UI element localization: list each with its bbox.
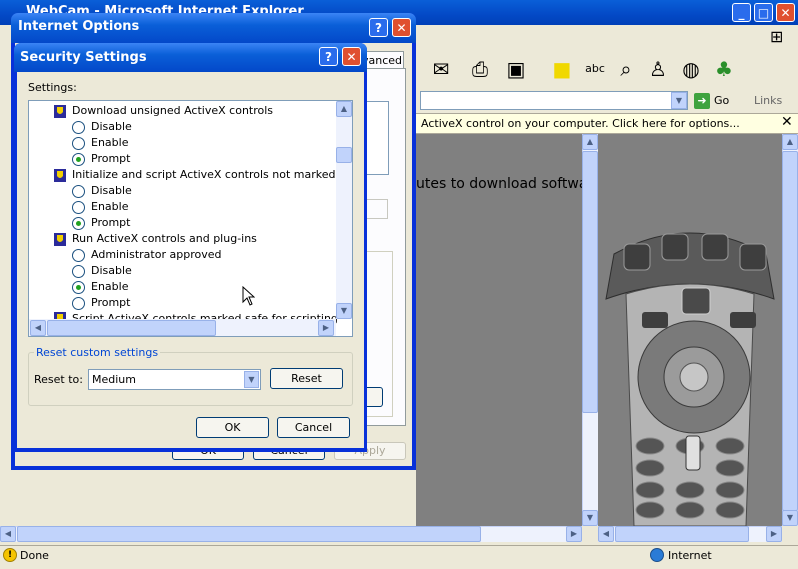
- radio-prompt[interactable]: [72, 297, 85, 310]
- zone-text: Internet: [668, 549, 712, 562]
- option-label: Disable: [91, 184, 132, 197]
- option-label: Prompt: [91, 296, 131, 309]
- scroll-up-icon[interactable]: ▲: [782, 134, 798, 150]
- reset-button[interactable]: Reset: [270, 368, 343, 389]
- reset-group-label: Reset custom settings: [34, 346, 161, 359]
- setting-header: Run ActiveX controls and plug-ins: [72, 232, 257, 245]
- scroll-left-icon[interactable]: ◀: [0, 526, 16, 542]
- radio-disable[interactable]: [72, 265, 85, 278]
- hscroll-thumb[interactable]: [17, 526, 481, 542]
- warning-icon[interactable]: !: [3, 548, 17, 562]
- option-label: Disable: [91, 120, 132, 133]
- option-label: Enable: [91, 280, 129, 293]
- setting-header: Initialize and script ActiveX controls n…: [72, 168, 353, 181]
- minimize-button[interactable]: _: [732, 3, 751, 22]
- scroll-right-icon[interactable]: ▶: [766, 526, 782, 542]
- radio-disable[interactable]: [72, 121, 85, 134]
- option-label: Prompt: [91, 152, 131, 165]
- note-icon[interactable]: ■: [549, 56, 575, 82]
- close-button[interactable]: ✕: [776, 3, 795, 22]
- settings-label: Settings:: [28, 81, 77, 94]
- option-label: Enable: [91, 136, 129, 149]
- research-icon[interactable]: ⌕: [613, 56, 639, 82]
- option-label: Disable: [91, 264, 132, 277]
- scroll-down-icon[interactable]: ▼: [582, 510, 598, 526]
- reset-to-label: Reset to:: [34, 373, 83, 386]
- go-button[interactable]: ➜ Go: [694, 91, 729, 110]
- hscroll-thumb[interactable]: [47, 320, 216, 336]
- edit-icon[interactable]: ▣: [503, 56, 529, 82]
- radio-disable[interactable]: [72, 185, 85, 198]
- go-label: Go: [714, 94, 730, 107]
- setting-header: Download unsigned ActiveX controls: [72, 104, 274, 117]
- help-button[interactable]: ?: [369, 18, 388, 37]
- option-label: Administrator approved: [91, 248, 222, 261]
- cancel-button[interactable]: Cancel: [277, 417, 350, 438]
- list-vertical-scrollbar[interactable]: [336, 101, 352, 319]
- contacts-icon[interactable]: ♣: [711, 56, 737, 82]
- sites-button: [365, 199, 388, 219]
- reset-level-select[interactable]: Medium: [88, 369, 261, 390]
- radio-enable-selected[interactable]: [72, 281, 85, 294]
- scroll-right-icon[interactable]: ▶: [566, 526, 582, 542]
- zone-list[interactable]: [365, 101, 389, 175]
- scroll-thumb[interactable]: [336, 147, 352, 163]
- go-arrow-icon: ➜: [694, 93, 710, 109]
- infobar-text: ActiveX control on your computer. Click …: [421, 117, 740, 130]
- settings-list[interactable]: Download unsigned ActiveX controls Disab…: [28, 100, 353, 337]
- help-button[interactable]: ?: [319, 47, 338, 66]
- scroll-left-icon[interactable]: ◀: [598, 526, 614, 542]
- mouse-cursor-icon: [242, 286, 255, 306]
- scroll-down-icon[interactable]: ▼: [782, 510, 798, 526]
- option-label: Prompt: [91, 216, 131, 229]
- scroll-thumb[interactable]: [582, 151, 598, 413]
- option-label: Enable: [91, 200, 129, 213]
- address-dropdown-icon[interactable]: ▼: [671, 92, 687, 109]
- infobar-close-icon[interactable]: ✕: [781, 114, 793, 130]
- chevron-down-icon[interactable]: ▼: [244, 371, 259, 388]
- hscroll-thumb[interactable]: [615, 526, 749, 542]
- globe-icon: [650, 548, 664, 562]
- radio-prompt-selected[interactable]: [72, 153, 85, 166]
- radio-enable[interactable]: [72, 137, 85, 150]
- scroll-right-icon[interactable]: ▶: [318, 320, 334, 336]
- information-bar[interactable]: ActiveX control on your computer. Click …: [416, 113, 798, 134]
- security-settings-title: Security Settings: [20, 50, 147, 65]
- discuss-icon[interactable]: ◍: [678, 56, 704, 82]
- close-button[interactable]: ✕: [342, 47, 361, 66]
- page-content-left: [416, 134, 582, 526]
- camera-remote-graphic[interactable]: [598, 134, 782, 526]
- print-icon[interactable]: ⎙: [467, 56, 493, 82]
- scroll-down-icon[interactable]: ▼: [336, 303, 352, 319]
- ok-button[interactable]: OK: [196, 417, 269, 438]
- status-text: Done: [20, 549, 49, 562]
- scroll-thumb[interactable]: [782, 151, 798, 511]
- windows-logo-icon: ⊞: [770, 27, 784, 46]
- scroll-left-icon[interactable]: ◀: [30, 320, 46, 336]
- links-label[interactable]: Links: [754, 94, 782, 107]
- close-button[interactable]: ✕: [392, 18, 411, 37]
- scroll-up-icon[interactable]: ▲: [582, 134, 598, 150]
- radio-admin-approved[interactable]: [72, 249, 85, 262]
- radio-enable[interactable]: [72, 201, 85, 214]
- shield-icon: [54, 233, 66, 246]
- address-input[interactable]: [420, 91, 688, 110]
- maximize-button[interactable]: □: [754, 3, 773, 22]
- scroll-up-icon[interactable]: ▲: [336, 101, 352, 117]
- shield-icon: [54, 105, 66, 118]
- mail-icon[interactable]: ✉: [428, 56, 454, 82]
- spellcheck-icon[interactable]: abc: [582, 56, 608, 82]
- messenger-icon[interactable]: ♙: [645, 56, 671, 82]
- shield-icon: [54, 169, 66, 182]
- internet-options-title: Internet Options: [18, 19, 140, 34]
- radio-prompt-selected[interactable]: [72, 217, 85, 230]
- page-content-text: utes to download softwa: [416, 176, 582, 192]
